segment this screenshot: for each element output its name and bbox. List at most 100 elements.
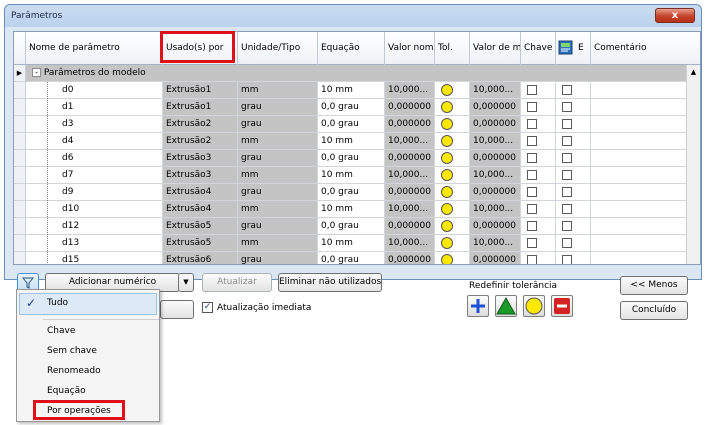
cell-unit: grau	[238, 218, 318, 235]
key-checkbox[interactable]	[527, 153, 537, 163]
column-header-key[interactable]: Chave	[521, 32, 556, 65]
add-numeric-dropdown[interactable]: ▼	[178, 273, 194, 292]
tolerance-lower-button[interactable]	[551, 295, 573, 317]
export-checkbox[interactable]	[562, 102, 572, 112]
menu-item-equation[interactable]: Equação	[47, 386, 86, 396]
cell-equation[interactable]: 0,0 grau	[318, 99, 385, 116]
tolerance-indicator-icon[interactable]	[441, 237, 453, 249]
menu-item-all[interactable]: Tudo	[47, 298, 68, 308]
cell-equation[interactable]: 0,0 grau	[318, 218, 385, 235]
export-checkbox[interactable]	[562, 136, 572, 146]
menu-item-no-key[interactable]: Sem chave	[47, 346, 97, 356]
menu-item-key[interactable]: Chave	[47, 326, 75, 336]
key-checkbox[interactable]	[527, 221, 537, 231]
close-button[interactable]: x	[655, 8, 695, 23]
tolerance-indicator-icon[interactable]	[441, 101, 453, 113]
cell-equation[interactable]: 10 mm	[318, 167, 385, 184]
tolerance-upper-button[interactable]	[467, 295, 489, 317]
key-checkbox[interactable]	[527, 170, 537, 180]
cell-comment[interactable]	[591, 82, 688, 99]
table-row[interactable]: d6 Extrusão3 grau 0,0 grau 0,000000 0,000000	[14, 150, 700, 167]
key-checkbox[interactable]	[527, 119, 537, 129]
column-header-tolerance[interactable]: Tol.	[435, 32, 470, 65]
export-checkbox[interactable]	[562, 153, 572, 163]
vertical-scrollbar[interactable]: ▲	[686, 65, 700, 264]
tolerance-indicator-icon[interactable]	[441, 118, 453, 130]
key-checkbox[interactable]	[527, 102, 537, 112]
table-row[interactable]: d9 Extrusão4 grau 0,0 grau 0,000000 0,000000	[14, 184, 700, 201]
cell-comment[interactable]	[591, 116, 688, 133]
export-checkbox[interactable]	[562, 170, 572, 180]
tolerance-indicator-icon[interactable]	[441, 135, 453, 147]
column-header-unit[interactable]: Unidade/Tipo	[238, 32, 318, 65]
tolerance-indicator-icon[interactable]	[441, 203, 453, 215]
cell-equation[interactable]: 10 mm	[318, 235, 385, 252]
table-row[interactable]: d3 Extrusão2 grau 0,0 grau 0,000000 0,000000	[14, 116, 700, 133]
column-header-export[interactable]: E	[556, 32, 591, 65]
key-checkbox[interactable]	[527, 238, 537, 248]
cell-comment[interactable]	[591, 201, 688, 218]
cell-key	[521, 252, 556, 264]
scroll-up-icon[interactable]: ▲	[687, 65, 700, 79]
key-checkbox[interactable]	[527, 204, 537, 214]
tolerance-symmetric-button[interactable]	[495, 295, 517, 317]
tolerance-indicator-icon[interactable]	[441, 254, 453, 264]
tolerance-indicator-icon[interactable]	[441, 169, 453, 181]
tolerance-indicator-icon[interactable]	[441, 186, 453, 198]
cell-equation[interactable]: 10 mm	[318, 201, 385, 218]
cell-comment[interactable]	[591, 150, 688, 167]
export-checkbox[interactable]	[562, 85, 572, 95]
export-checkbox[interactable]	[562, 221, 572, 231]
key-checkbox[interactable]	[527, 136, 537, 146]
export-checkbox[interactable]	[562, 238, 572, 248]
cell-comment[interactable]	[591, 218, 688, 235]
cell-comment[interactable]	[591, 167, 688, 184]
key-checkbox[interactable]	[527, 255, 537, 264]
key-checkbox[interactable]	[527, 85, 537, 95]
table-row[interactable]: d0 Extrusão1 mm 10 mm 10,000... 10,000...	[14, 82, 700, 99]
immediate-update-checkbox[interactable]: ✓	[202, 302, 213, 313]
group-row-model-parameters[interactable]: ▶ - Parâmetros do modelo	[14, 65, 700, 82]
column-header-nominal[interactable]: Valor nomi	[385, 32, 435, 65]
menu-item-all-highlight[interactable]	[19, 293, 157, 315]
export-checkbox[interactable]	[562, 204, 572, 214]
collapse-toggle-icon[interactable]: -	[32, 68, 41, 77]
export-checkbox[interactable]	[562, 119, 572, 129]
column-header-equation[interactable]: Equação	[318, 32, 385, 65]
cell-equation[interactable]: 10 mm	[318, 82, 385, 99]
menu-item-renamed[interactable]: Renomeado	[47, 366, 101, 376]
update-button[interactable]: Atualizar	[202, 273, 272, 292]
cell-equation[interactable]: 0,0 grau	[318, 252, 385, 264]
table-row[interactable]: d4 Extrusão2 mm 10 mm 10,000... 10,000...	[14, 133, 700, 150]
hidden-button-stub[interactable]	[160, 300, 194, 319]
cell-comment[interactable]	[591, 235, 688, 252]
tolerance-indicator-icon[interactable]	[441, 152, 453, 164]
cell-equation[interactable]: 10 mm	[318, 133, 385, 150]
column-header-name[interactable]: Nome de parâmetro	[26, 32, 163, 65]
tolerance-indicator-icon[interactable]	[441, 84, 453, 96]
cell-comment[interactable]	[591, 184, 688, 201]
tolerance-nominal-button[interactable]	[523, 295, 545, 317]
done-button[interactable]: Concluído	[620, 301, 688, 320]
table-row[interactable]: d7 Extrusão3 mm 10 mm 10,000... 10,000...	[14, 167, 700, 184]
cell-comment[interactable]	[591, 252, 688, 264]
export-checkbox[interactable]	[562, 255, 572, 264]
cell-equation[interactable]: 0,0 grau	[318, 150, 385, 167]
table-row[interactable]: d10 Extrusão4 mm 10 mm 10,000... 10,000...	[14, 201, 700, 218]
tolerance-indicator-icon[interactable]	[441, 220, 453, 232]
export-checkbox[interactable]	[562, 187, 572, 197]
column-header-comment[interactable]: Comentário	[591, 32, 688, 65]
table-row[interactable]: d15 Extrusão6 grau 0,0 grau 0,000000 0,000000	[14, 252, 700, 264]
remove-unused-button[interactable]: Eliminar não utilizados	[278, 273, 382, 292]
table-row[interactable]: d12 Extrusão5 grau 0,0 grau 0,000000 0,000000	[14, 218, 700, 235]
less-button[interactable]: << Menos	[620, 276, 688, 295]
reset-tolerance-label: Redefinir tolerância	[469, 281, 558, 291]
column-header-model-value[interactable]: Valor de m	[470, 32, 521, 65]
cell-equation[interactable]: 0,0 grau	[318, 184, 385, 201]
table-row[interactable]: d13 Extrusão5 mm 10 mm 10,000... 10,000...	[14, 235, 700, 252]
table-row[interactable]: d1 Extrusão1 grau 0,0 grau 0,000000 0,000000	[14, 99, 700, 116]
cell-comment[interactable]	[591, 99, 688, 116]
key-checkbox[interactable]	[527, 187, 537, 197]
cell-equation[interactable]: 0,0 grau	[318, 116, 385, 133]
cell-comment[interactable]	[591, 133, 688, 150]
